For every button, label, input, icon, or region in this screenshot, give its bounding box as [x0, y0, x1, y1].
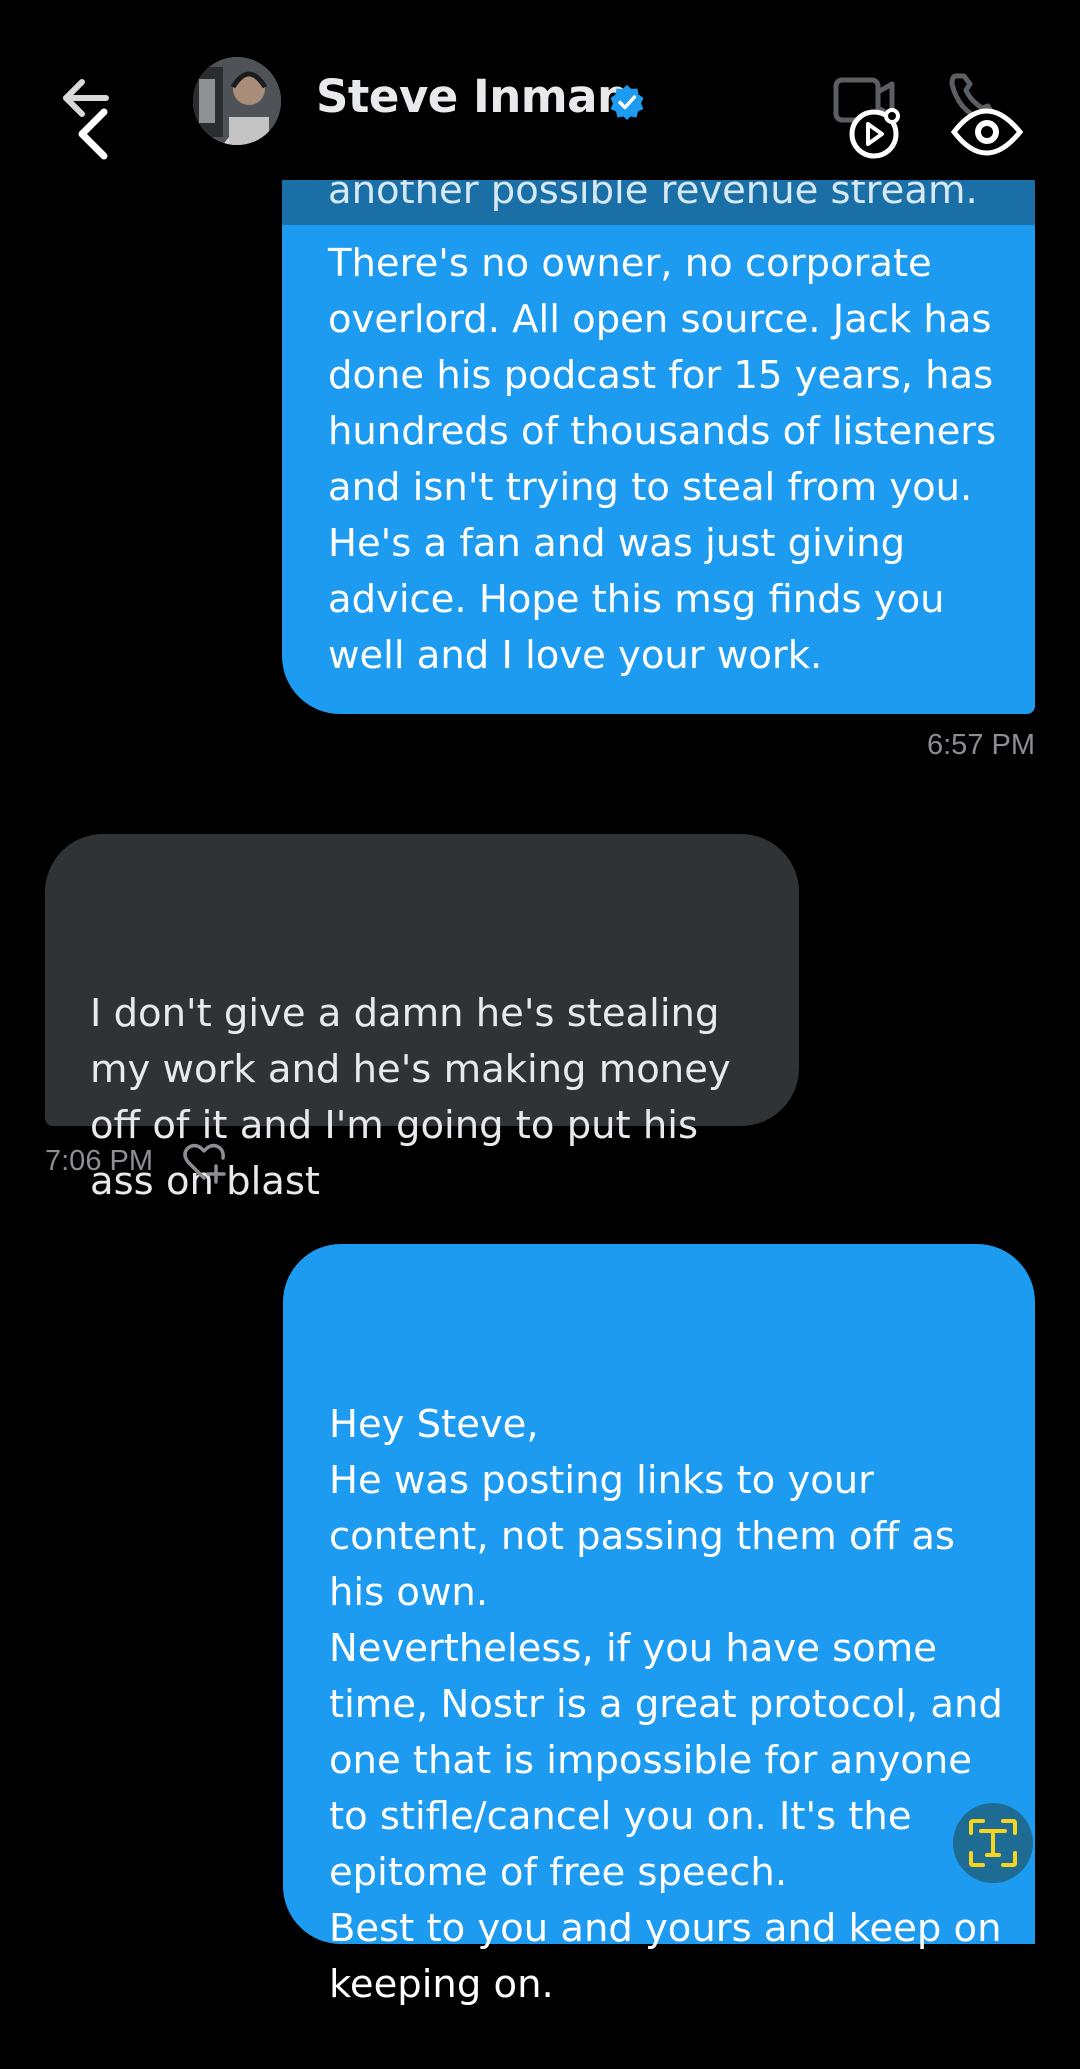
message-text: There's no owner, no corporate overlord.… — [328, 241, 1009, 678]
back-arrow-icon — [63, 79, 109, 160]
message-bubble-incoming[interactable]: I don't give a damn he's stealing my wor… — [45, 834, 799, 1204]
text-recognition-button[interactable] — [953, 1803, 1033, 1883]
phone-call-button[interactable] — [948, 70, 1026, 164]
verified-badge-icon — [610, 85, 644, 120]
message-bubble-outgoing[interactable]: Hey Steve, He was posting links to your … — [283, 1244, 1035, 2007]
like-message-button[interactable] — [180, 1138, 228, 1186]
heart-plus-icon — [183, 1143, 226, 1184]
text-recognition-icon — [969, 1819, 1017, 1867]
message-text: Hey Steve, He was posting links to your … — [329, 1402, 1003, 2007]
video-call-button[interactable] — [832, 76, 908, 162]
message-timestamp: 6:57 PM — [927, 729, 1035, 761]
avatar-image — [193, 57, 281, 145]
contact-name[interactable]: Steve Inman — [316, 70, 629, 123]
conversation-header: Steve Inman — [0, 0, 1080, 180]
message-timestamp: 7:06 PM — [45, 1145, 153, 1177]
message-bubble-outgoing[interactable]: another possible revenue stream. There's… — [282, 168, 1035, 714]
back-button[interactable] — [58, 72, 132, 164]
phone-call-icon — [949, 73, 1024, 156]
avatar[interactable] — [193, 57, 281, 145]
video-call-icon — [833, 77, 900, 159]
